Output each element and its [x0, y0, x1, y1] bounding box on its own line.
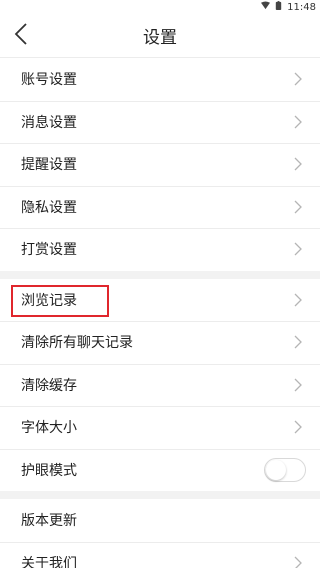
row-label: 护眼模式 — [21, 462, 77, 479]
chevron-right-icon — [294, 200, 302, 214]
status-bar: 11:48 — [0, 0, 320, 14]
row-reminder-settings[interactable]: 提醒设置 — [0, 143, 320, 186]
settings-group-account: 账号设置 消息设置 提醒设置 隐私设置 打赏设置 — [0, 58, 320, 271]
section-divider — [0, 270, 320, 279]
chevron-left-icon — [14, 22, 28, 50]
chevron-right-icon — [294, 335, 302, 349]
chevron-right-icon — [294, 115, 302, 129]
row-message-settings[interactable]: 消息设置 — [0, 100, 320, 144]
top-bar: 设置 — [0, 14, 320, 58]
clock-time: 11:48 — [287, 1, 316, 13]
row-label: 隐私设置 — [21, 199, 77, 216]
chevron-right-icon — [294, 420, 302, 434]
chevron-right-icon — [294, 242, 302, 256]
wifi-icon — [261, 1, 271, 13]
row-label: 版本更新 — [21, 513, 77, 530]
row-privacy-settings[interactable]: 隐私设置 — [0, 185, 320, 229]
settings-group-about: 版本更新 关于我们 — [0, 499, 320, 568]
chevron-right-icon — [294, 556, 302, 568]
row-version-update[interactable]: 版本更新 — [0, 499, 320, 542]
battery-icon — [274, 1, 283, 13]
row-browse-history[interactable]: 浏览记录 — [0, 279, 320, 322]
row-clear-chat-history[interactable]: 清除所有聊天记录 — [0, 321, 320, 364]
row-label: 提醒设置 — [21, 157, 77, 174]
row-eye-protection-mode: 护眼模式 — [0, 448, 320, 492]
row-clear-cache[interactable]: 清除缓存 — [0, 363, 320, 407]
row-label: 字体大小 — [21, 420, 77, 437]
chevron-right-icon — [294, 72, 302, 86]
section-divider — [0, 491, 320, 499]
row-label: 清除缓存 — [21, 377, 77, 394]
row-font-size[interactable]: 字体大小 — [0, 406, 320, 449]
row-label: 清除所有聊天记录 — [21, 335, 133, 352]
settings-group-general: 浏览记录 清除所有聊天记录 清除缓存 字体大小 护眼模式 — [0, 278, 320, 492]
row-label: 消息设置 — [21, 114, 77, 131]
toggle-knob — [266, 459, 286, 480]
chevron-right-icon — [294, 293, 302, 307]
eye-protection-toggle[interactable] — [264, 457, 306, 482]
row-label: 打赏设置 — [21, 242, 77, 259]
row-account-settings[interactable]: 账号设置 — [0, 58, 320, 101]
row-about-us[interactable]: 关于我们 — [0, 541, 320, 568]
row-tip-settings[interactable]: 打赏设置 — [0, 228, 320, 271]
back-button[interactable] — [6, 20, 36, 52]
row-label: 浏览记录 — [21, 292, 77, 309]
row-label: 账号设置 — [21, 72, 77, 89]
chevron-right-icon — [294, 157, 302, 171]
chevron-right-icon — [294, 378, 302, 392]
page-title: 设置 — [143, 28, 177, 48]
row-label: 关于我们 — [21, 555, 77, 568]
